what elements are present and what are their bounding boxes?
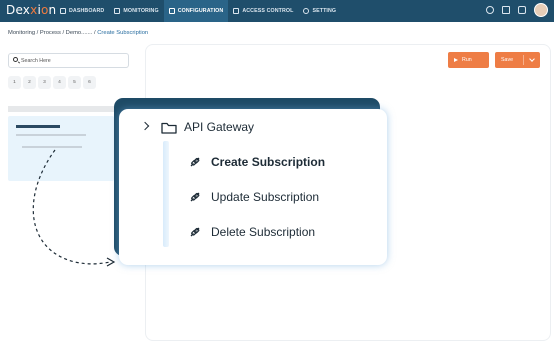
operations-popup: API Gateway Create Subscription Update S… (119, 109, 387, 265)
link-icon (190, 192, 200, 202)
menu-item-label: Create Subscription (211, 155, 326, 169)
menu-item-label: Update Subscription (211, 190, 320, 204)
chevron-right-icon[interactable] (140, 121, 150, 131)
link-icon (190, 227, 200, 237)
folder-icon (161, 122, 177, 134)
menu-item-label: Delete Subscription (211, 225, 316, 239)
group-label[interactable]: API Gateway (184, 120, 254, 134)
menu-item-update-subscription[interactable]: Update Subscription (189, 190, 319, 204)
menu-item-delete-subscription[interactable]: Delete Subscription (189, 225, 315, 239)
link-icon (190, 157, 200, 167)
tree-indent-line (163, 141, 169, 247)
menu-item-create-subscription[interactable]: Create Subscription (189, 155, 325, 169)
